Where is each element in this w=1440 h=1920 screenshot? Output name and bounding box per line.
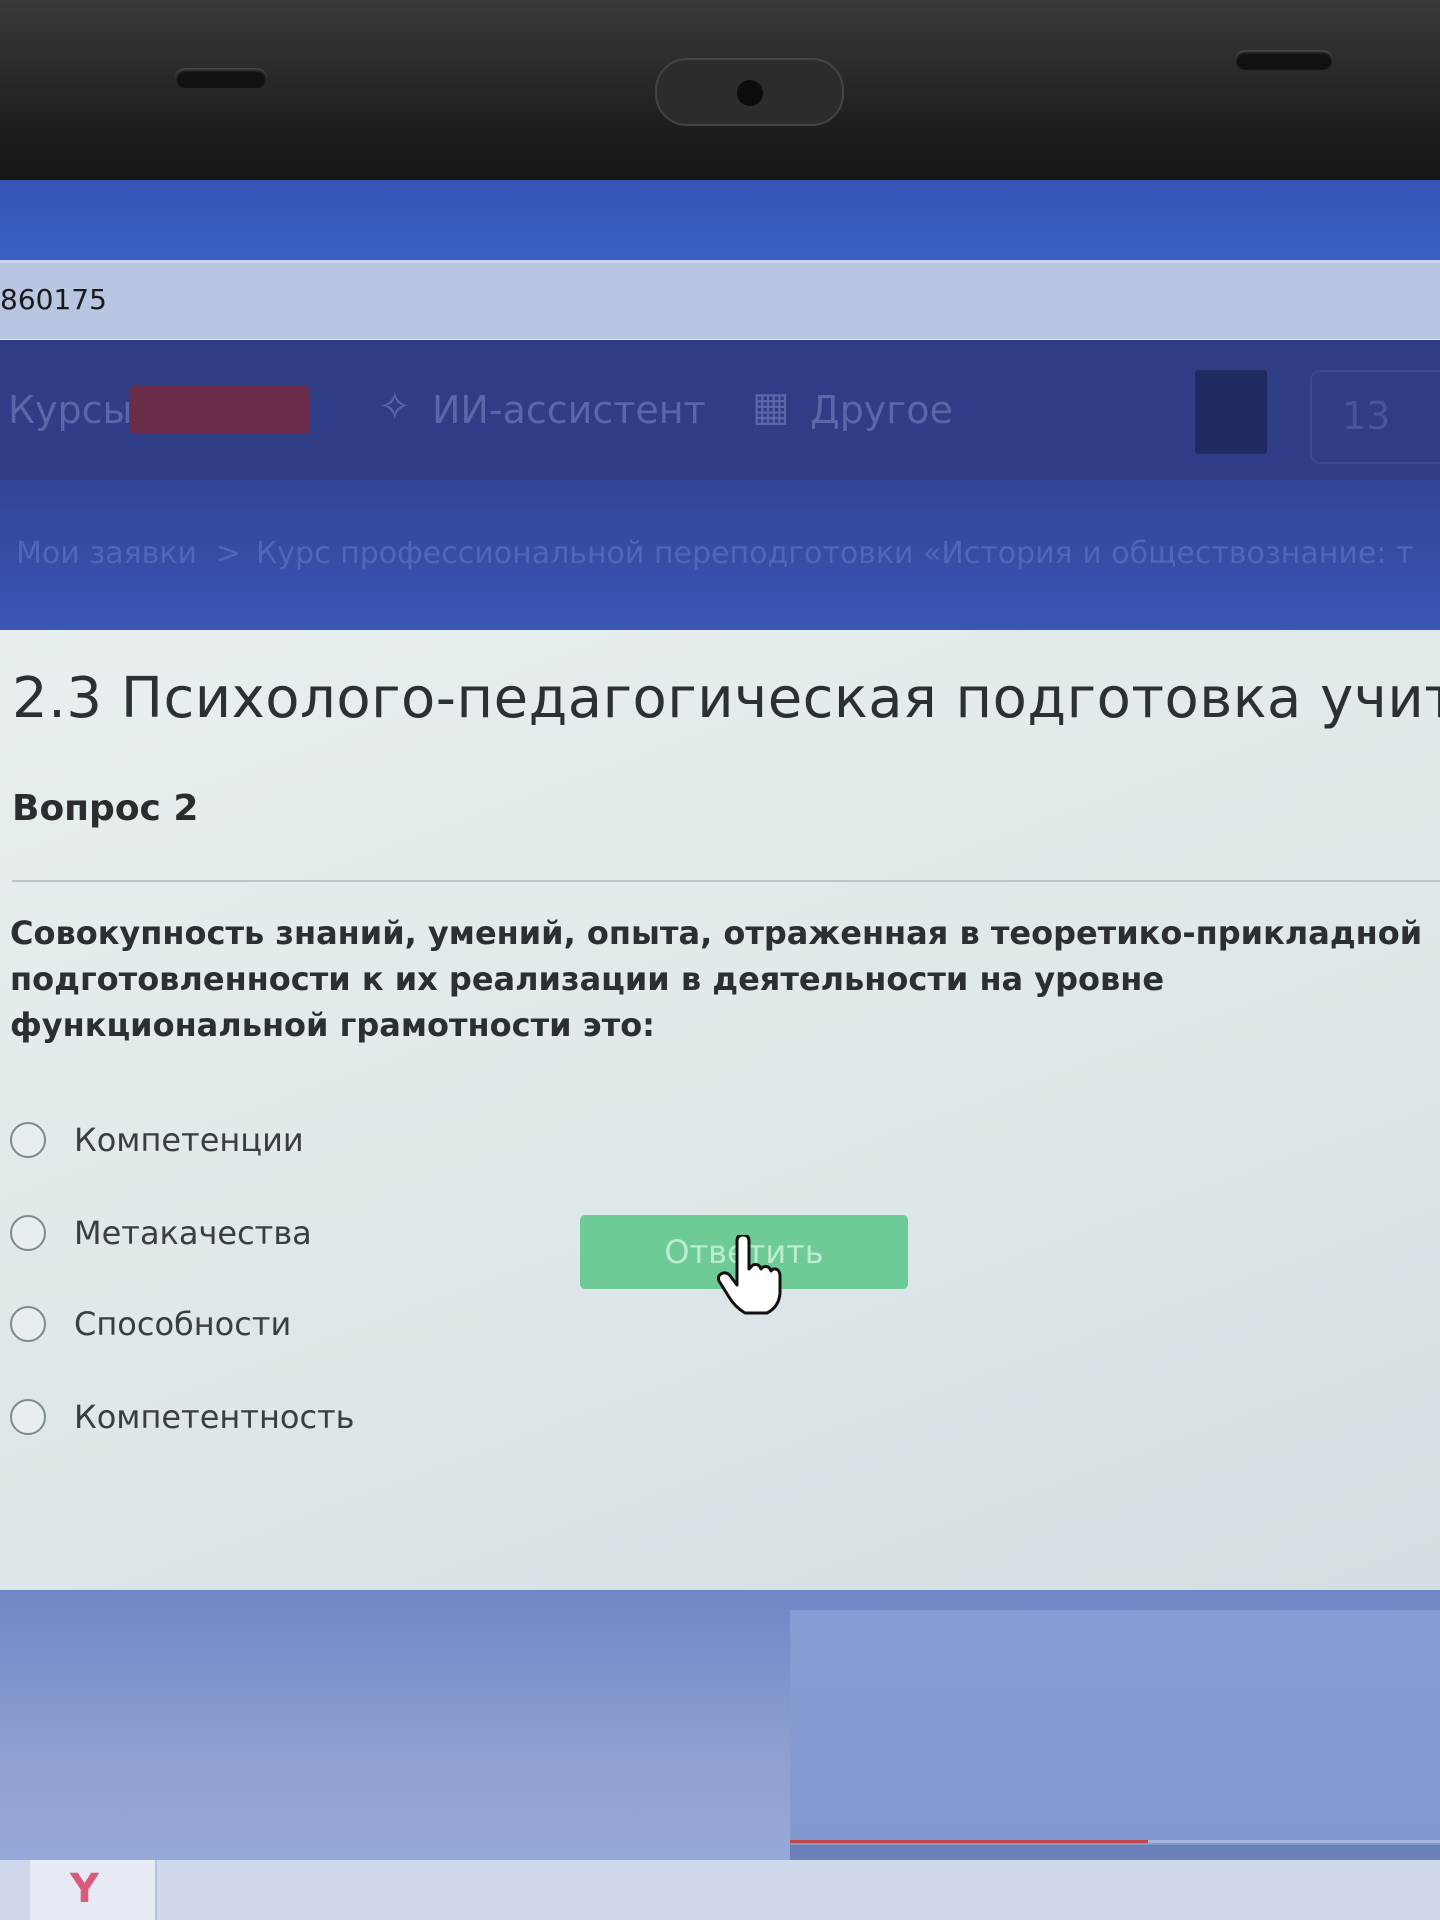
nav-item-courses[interactable]: Курсы [8,388,132,432]
nav-badge[interactable] [130,386,310,434]
taskbar-app-tile[interactable]: Y [30,1860,157,1920]
answer-option-3[interactable]: Способности [10,1299,291,1349]
answer-option-2[interactable]: Метакачества [10,1208,312,1258]
question-number: Вопрос 2 [12,788,199,829]
bezel-vent [175,68,267,88]
quiz-panel: 2.3 Психолого-педагогическая подготовка … [0,630,1440,1590]
video-progress-fill [790,1840,1148,1843]
browser-titlebar [0,180,1440,260]
option-label: Компетенции [74,1121,304,1159]
hand-cursor-icon [717,1235,782,1315]
grid-icon: ▦ [752,384,790,430]
nav-item-other[interactable]: Другое [810,388,953,432]
option-label: Компетентность [74,1398,355,1436]
option-label: Способности [74,1305,292,1343]
gift-icon[interactable] [1195,370,1267,454]
radio-button[interactable] [10,1306,46,1342]
breadcrumb: Мои заявки > Курс профессиональной переп… [0,480,1440,630]
screen: 860175 Курсы ✧ ИИ-ассистент ▦ Другое 13 … [0,180,1440,1920]
yandex-icon: Y [70,1866,99,1912]
nav-counter-button[interactable]: 13 [1310,370,1440,464]
url-text[interactable]: 860175 [0,283,107,316]
option-label: Метакачества [74,1214,312,1252]
nav-item-ai-assistant[interactable]: ИИ-ассистент [432,388,706,432]
radio-button[interactable] [10,1122,46,1158]
radio-button[interactable] [10,1215,46,1251]
chevron-right-icon: > [216,536,242,571]
breadcrumb-my-applications[interactable]: Мои заявки [16,536,197,571]
site-nav: Курсы ✧ ИИ-ассистент ▦ Другое 13 [0,340,1440,480]
taskbar: Y [0,1860,1440,1920]
answer-option-4[interactable]: Компетентность [10,1392,355,1442]
nav-counter: 13 [1342,394,1391,438]
page-title: 2.3 Психолого-педагогическая подготовка … [12,666,1440,731]
video-preview[interactable] [790,1610,1440,1850]
webcam-icon [655,58,844,126]
answer-option-1[interactable]: Компетенции [10,1115,304,1165]
laptop-bezel [0,0,1440,180]
sparkle-icon: ✧ [378,384,412,430]
breadcrumb-course[interactable]: Курс профессиональной переподготовки «Ис… [256,536,1414,571]
browser-address-bar[interactable]: 860175 [0,260,1440,339]
radio-button[interactable] [10,1399,46,1435]
video-progress[interactable] [790,1840,1440,1843]
webcam-lens [737,80,763,106]
divider [12,880,1440,882]
bezel-vent-right [1235,50,1333,70]
question-text: Совокупность знаний, умений, опыта, отра… [10,914,1423,1044]
